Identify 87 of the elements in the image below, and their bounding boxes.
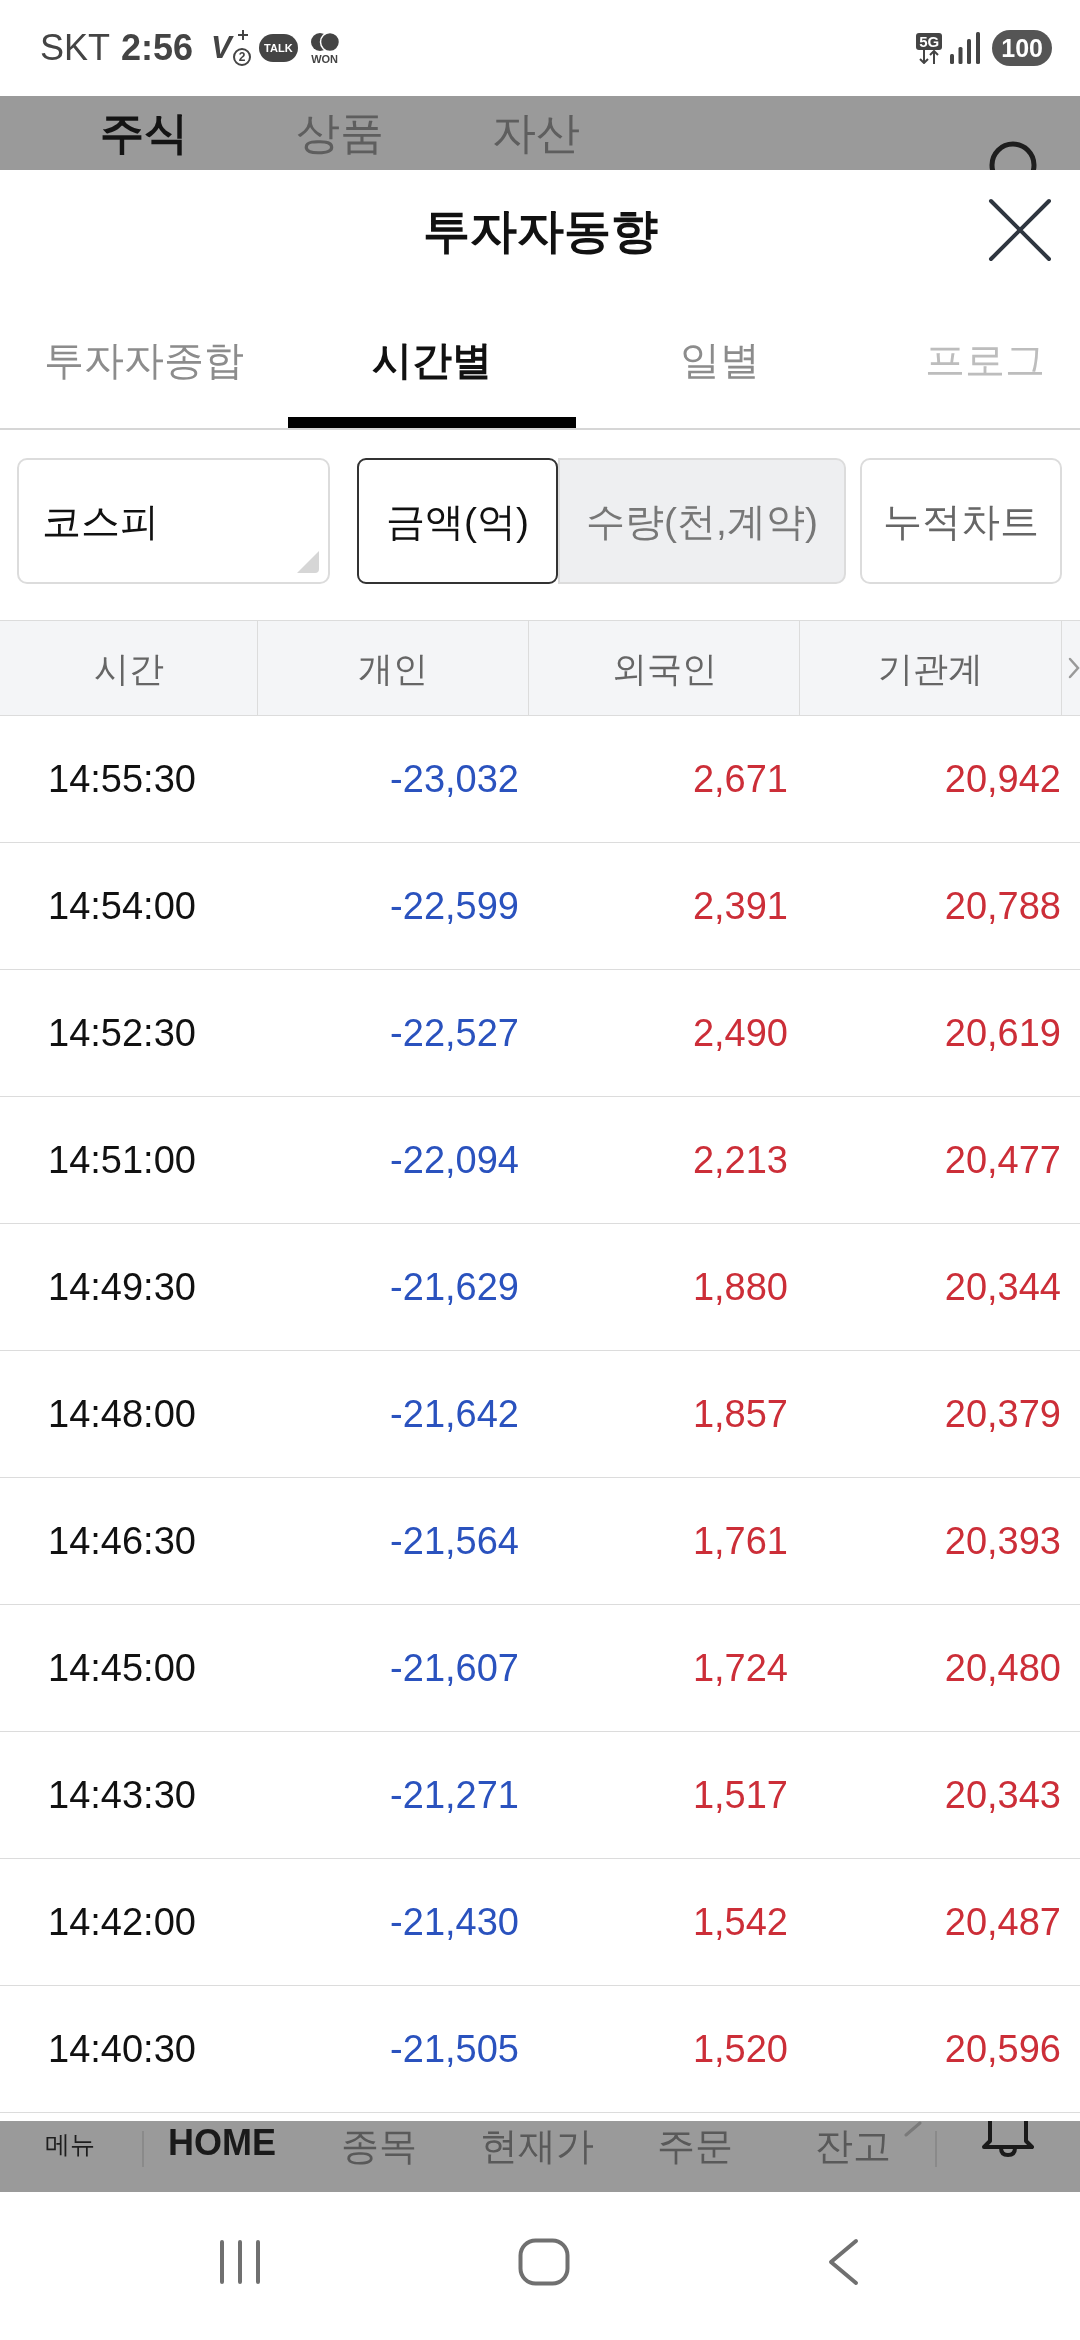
table-cell-text: 1,857 (691, 1395, 789, 1433)
table-cell-text: 20,619 (943, 1014, 1062, 1052)
table-cell-text: -21,505 (389, 2030, 520, 2068)
table-cell-text: 2,213 (691, 1141, 789, 1179)
table-cell-text: 20,596 (943, 2030, 1062, 2068)
tab[interactable]: 투자자종합 (0, 296, 288, 428)
won-label: WON (311, 53, 339, 65)
app-tab[interactable]: 자산 (492, 111, 580, 155)
tab[interactable]: 프로그 (864, 296, 1080, 428)
clock-time: 2:56 (121, 30, 194, 66)
table-cell-text: 14:40:30 (47, 2030, 197, 2068)
signal-icon (950, 32, 981, 64)
column-header: 시간 (0, 621, 258, 715)
corner-triangle-icon (297, 551, 319, 573)
unit-toggle[interactable]: 수량(천,계약) (558, 458, 846, 584)
diagonal-line-icon (904, 2121, 922, 2137)
table-cell-text: 14:45:00 (47, 1649, 197, 1687)
chevron-right-icon[interactable] (1068, 657, 1080, 679)
table-cell-text: 14:51:00 (47, 1141, 197, 1179)
table-cell-text: -21,607 (389, 1649, 520, 1687)
circles-icon (309, 31, 340, 52)
table-cell-text: 2,671 (691, 760, 789, 798)
table-cell-text: -22,599 (389, 887, 520, 925)
close-icon (988, 198, 1052, 262)
table-cell-text: 1,520 (691, 2030, 789, 2068)
table-cell-text: 20,480 (943, 1649, 1062, 1687)
table-cell-text: 20,393 (943, 1522, 1062, 1560)
table-cell-text: 20,487 (943, 1903, 1062, 1941)
table-cell-text: 1,542 (691, 1903, 789, 1941)
menu-label[interactable]: 메뉴 (45, 2132, 95, 2157)
table-cell-text: 14:49:30 (47, 1268, 197, 1306)
market-dropdown[interactable]: 코스피 (17, 458, 330, 584)
table-cell-text: 14:43:30 (47, 1776, 197, 1814)
table-cell-text: -23,032 (389, 760, 520, 798)
table-cell-text: 14:55:30 (47, 760, 197, 798)
table-cell-text: -22,527 (389, 1014, 520, 1052)
cumulative-chart-button[interactable]: 누적차트 (860, 458, 1062, 584)
table-cell-text: -21,629 (389, 1268, 520, 1306)
table-cell-text: -21,642 (389, 1395, 520, 1433)
table-cell-text: 20,344 (943, 1268, 1062, 1306)
home-link[interactable]: HOME (168, 2125, 276, 2161)
table-cell-text: -21,271 (389, 1776, 520, 1814)
menu-item[interactable]: 현재가 (480, 2127, 594, 2165)
unit-toggle[interactable]: 금액(억) (357, 458, 558, 584)
table-cell-text: 20,477 (943, 1141, 1062, 1179)
recent-apps-icon[interactable] (218, 2239, 262, 2285)
table-cell-text: 14:54:00 (47, 887, 197, 925)
table-cell-text: 20,379 (943, 1395, 1062, 1433)
table-cell-text: 14:52:30 (47, 1014, 197, 1052)
data-arrows-icon (918, 49, 941, 64)
home-icon[interactable] (518, 2238, 570, 2286)
tab[interactable]: 일별 (576, 296, 864, 428)
menu-item[interactable]: 주문 (657, 2127, 733, 2165)
table-cell-text: 14:46:30 (47, 1522, 197, 1560)
count-badge: 2 (233, 48, 252, 66)
column-header: 개인 (258, 621, 529, 715)
table-cell-text: 1,761 (691, 1522, 789, 1560)
plus-icon (238, 30, 249, 40)
table-cell-text: 20,343 (943, 1776, 1062, 1814)
table-cell-text: -22,094 (389, 1141, 520, 1179)
talk-bubble: TALK (259, 34, 298, 62)
battery-level: 100 (992, 30, 1052, 66)
column-header: 외국인 (529, 621, 800, 715)
bell-icon[interactable] (980, 2121, 1036, 2157)
search-icon[interactable] (988, 140, 1038, 170)
table-cell-text: -21,564 (389, 1522, 520, 1560)
app-letter: V (211, 32, 232, 63)
app-tab[interactable]: 상품 (296, 111, 384, 155)
table-cell-text: 20,942 (943, 760, 1062, 798)
table-cell-text: -21,430 (389, 1903, 520, 1941)
menu-item[interactable]: 잔고 (815, 2127, 891, 2165)
table-cell-text: 14:48:00 (47, 1395, 197, 1433)
tab[interactable]: 시간별 (288, 296, 576, 428)
table-cell-text: 14:42:00 (47, 1903, 197, 1941)
column-header: 기관계 (800, 621, 1062, 715)
carrier-name: SKT (40, 30, 110, 66)
table-cell-text: 20,788 (943, 887, 1062, 925)
back-icon[interactable] (827, 2238, 859, 2286)
app-tab[interactable]: 주식 (100, 111, 188, 155)
modal-title: 투자자동향 (422, 206, 658, 254)
table-cell-text: 1,880 (691, 1268, 789, 1306)
menu-item[interactable]: 종목 (341, 2127, 417, 2165)
table-cell-text: 2,490 (691, 1014, 789, 1052)
network-type: 5G (916, 32, 943, 50)
table-cell-text: 1,724 (691, 1649, 789, 1687)
table-cell-text: 2,391 (691, 887, 789, 925)
table-cell-text: 1,517 (691, 1776, 789, 1814)
